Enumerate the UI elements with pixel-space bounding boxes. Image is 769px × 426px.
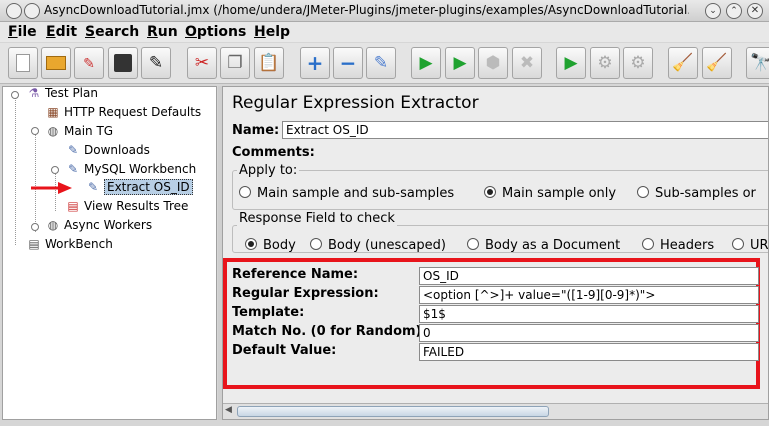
tree-expander[interactable] [11, 91, 19, 99]
open-icon[interactable] [41, 47, 71, 79]
radio-button-selected[interactable] [245, 238, 257, 250]
template-label: Template: [232, 305, 305, 320]
tree-item-test-plan[interactable]: ⚗ Test Plan [26, 85, 98, 102]
tree-item-async-workers[interactable]: ◍ Async Workers [45, 217, 152, 234]
radio-body[interactable]: Body [245, 238, 296, 253]
name-label: Name: [232, 123, 280, 138]
tree-item-mysql-workbench[interactable]: ✎ MySQL Workbench [65, 161, 196, 178]
clear-all-icon[interactable]: 🧹 [702, 47, 732, 79]
remote-shutdown-icon[interactable]: ⚙ [623, 47, 653, 79]
radio-button[interactable] [310, 238, 322, 250]
remote-stop-icon[interactable]: ⚙ [590, 47, 620, 79]
thread-group-icon: ◍ [47, 124, 59, 138]
radio-main-and-sub[interactable]: Main sample and sub-samples [239, 186, 454, 201]
radio-body-document[interactable]: Body as a Document [467, 238, 620, 253]
edit-icon[interactable]: ✎ [141, 47, 171, 79]
comments-field[interactable] [311, 144, 768, 162]
tree-item-view-results-tree[interactable]: ▤ View Results Tree [65, 198, 188, 215]
search-icon[interactable]: 🔭 [746, 47, 769, 79]
toolbar: ✎ ✎ ✂ ❐ 📋 + − ✎ ▶ ▶ ⬢ ✖ ▶ ⚙ ⚙ 🧹 🧹 🔭 [0, 43, 769, 84]
default-value-label: Default Value: [232, 343, 337, 358]
save-icon[interactable] [108, 47, 138, 79]
minimize-button[interactable]: ⌄ [705, 3, 721, 19]
horizontal-scrollbar[interactable]: ◀ [223, 403, 768, 419]
response-field-label: Response Field to check [237, 211, 397, 226]
start-icon[interactable]: ▶ [411, 47, 441, 79]
default-value-field[interactable]: FAILED [419, 343, 759, 361]
apply-to-label: Apply to: [237, 163, 300, 178]
paste-icon[interactable]: 📋 [254, 47, 284, 79]
tree-item-main-tg[interactable]: ◍ Main TG [45, 123, 113, 140]
radio-button[interactable] [467, 238, 479, 250]
maximize-button[interactable]: ⌃ [726, 3, 742, 19]
menu-search[interactable]: Search [85, 24, 139, 40]
match-no-field[interactable]: 0 [419, 324, 759, 342]
workbench-icon: ▤ [28, 237, 40, 251]
menu-bar: File Edit Search Run Options Help [0, 22, 769, 42]
title-bar: AsyncDownloadTutorial.jmx (/home/undera/… [0, 0, 769, 22]
tree-expander[interactable] [31, 127, 39, 135]
red-arrow-annotation [31, 182, 72, 194]
menu-file[interactable]: File [8, 24, 37, 40]
start-no-pause-icon[interactable]: ▶ [445, 47, 475, 79]
name-field[interactable]: Extract OS_ID [282, 121, 768, 139]
regular-expression-field[interactable]: <option [^>]+ value="([1-9][0-9]*)"> [419, 286, 759, 304]
close-button[interactable]: ✕ [747, 3, 763, 19]
radio-button[interactable] [642, 238, 654, 250]
stop-icon[interactable]: ⬢ [478, 47, 508, 79]
save-new-icon[interactable]: ✎ [74, 47, 104, 79]
listener-icon: ▤ [67, 199, 79, 213]
radio-button[interactable] [732, 238, 744, 250]
tree-expander[interactable] [51, 166, 59, 174]
radio-button[interactable] [637, 186, 649, 198]
extractor-icon: ✎ [87, 180, 99, 194]
tree-item-workbench[interactable]: ▤ WorkBench [26, 236, 112, 253]
sampler-icon: ✎ [67, 162, 79, 176]
comments-label: Comments: [232, 145, 315, 160]
config-icon: ▦ [47, 105, 59, 119]
tree-item-extract-os-id[interactable]: ✎ Extract OS_ID [85, 179, 193, 196]
radio-body-unescaped[interactable]: Body (unescaped) [310, 238, 446, 253]
window-menu-button[interactable] [6, 3, 22, 19]
shutdown-icon[interactable]: ✖ [512, 47, 542, 79]
thread-group-icon: ◍ [47, 218, 59, 232]
reference-name-label: Reference Name: [232, 267, 359, 282]
match-no-label: Match No. (0 for Random): [232, 324, 427, 339]
template-field[interactable]: $1$ [419, 305, 759, 323]
expand-icon[interactable]: + [300, 47, 330, 79]
collapse-icon[interactable]: − [333, 47, 363, 79]
window-title: AsyncDownloadTutorial.jmx (/home/undera/… [44, 3, 689, 17]
radio-sub-samples[interactable]: Sub-samples or [637, 186, 756, 201]
menu-edit[interactable]: Edit [46, 24, 77, 40]
radio-button[interactable] [239, 186, 251, 198]
tree-item-http-request-defaults[interactable]: ▦ HTTP Request Defaults [45, 104, 201, 121]
toggle-icon[interactable]: ✎ [366, 47, 396, 79]
extractor-panel: Regular Expression Extractor Name: Extra… [222, 86, 769, 420]
sampler-icon: ✎ [67, 143, 79, 157]
tree-expander[interactable] [31, 223, 39, 231]
radio-button-selected[interactable] [484, 186, 496, 198]
new-icon[interactable] [8, 47, 38, 79]
copy-icon[interactable]: ❐ [220, 47, 250, 79]
tree-item-downloads[interactable]: ✎ Downloads [65, 142, 150, 159]
remote-start-icon[interactable]: ▶ [556, 47, 586, 79]
clear-icon[interactable]: 🧹 [668, 47, 698, 79]
menu-help[interactable]: Help [254, 24, 290, 40]
radio-headers[interactable]: Headers [642, 238, 714, 253]
radio-url[interactable]: UR [732, 238, 768, 253]
test-plan-tree: ⚗ Test Plan ▦ HTTP Request Defaults ◍ Main … [2, 86, 217, 420]
menu-options[interactable]: Options [185, 24, 246, 40]
page-title: Regular Expression Extractor [232, 93, 479, 113]
scrollbar-thumb[interactable] [237, 406, 549, 417]
radio-main-only[interactable]: Main sample only [484, 186, 616, 201]
menu-run[interactable]: Run [147, 24, 178, 40]
window-pin-button[interactable] [24, 3, 40, 19]
regular-expression-label: Regular Expression: [232, 286, 379, 301]
reference-name-field[interactable]: OS_ID [419, 267, 759, 285]
scroll-left-icon[interactable]: ◀ [225, 405, 232, 415]
cut-icon[interactable]: ✂ [187, 47, 217, 79]
flask-icon: ⚗ [28, 86, 40, 100]
